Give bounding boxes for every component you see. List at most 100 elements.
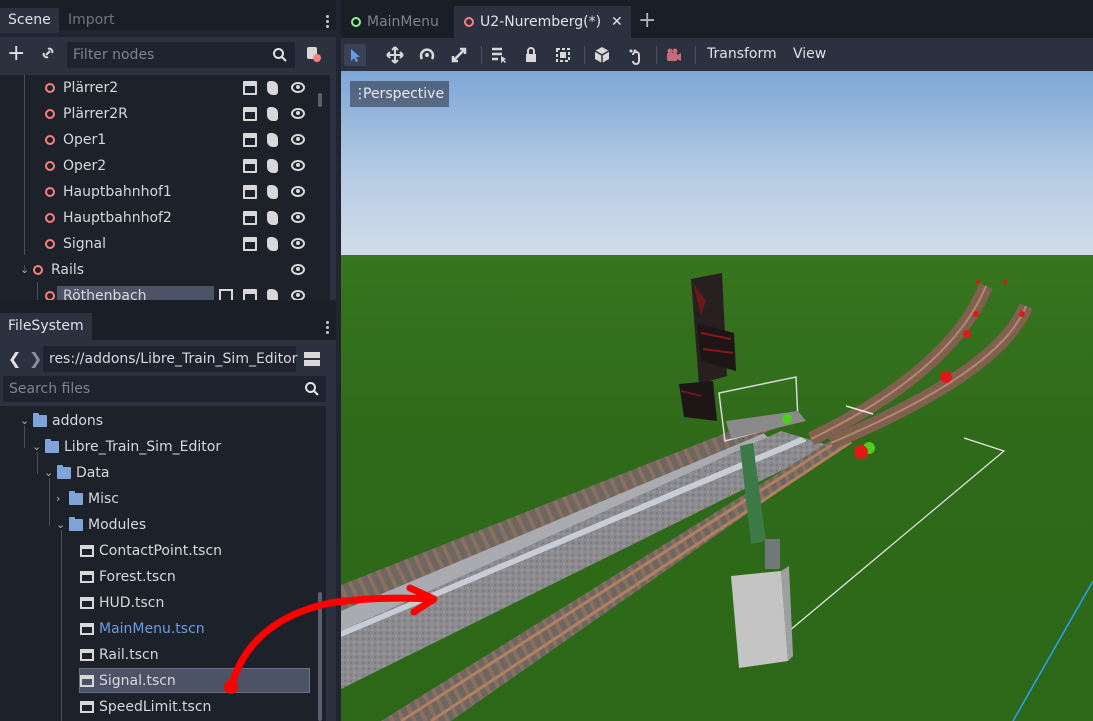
scene-tree-item[interactable]: Röthenbach: [0, 283, 330, 300]
new-tab-icon[interactable]: +: [638, 9, 656, 33]
camera-icon[interactable]: [663, 44, 685, 66]
split-view-icon[interactable]: [304, 351, 320, 367]
lock-icon[interactable]: [520, 44, 542, 66]
visibility-icon[interactable]: [291, 108, 305, 119]
open-scene-icon[interactable]: [243, 81, 257, 95]
visibility-icon[interactable]: [291, 160, 305, 171]
scene-tree-item[interactable]: Hauptbahnhof1: [0, 179, 330, 205]
filesystem-scrollbar[interactable]: [318, 592, 322, 721]
scene-node-label: Oper2: [63, 158, 107, 174]
visibility-icon[interactable]: [291, 82, 305, 93]
scene-file-icon: [80, 597, 94, 609]
folder-item[interactable]: ⌄ Modules: [0, 512, 316, 538]
script-icon[interactable]: [267, 81, 278, 95]
chevron-down-icon[interactable]: ⌄: [20, 257, 29, 283]
file-item[interactable]: MainMenu.tscn: [0, 616, 316, 642]
scale-icon[interactable]: [448, 44, 470, 66]
scene-tree-item[interactable]: Plärrer2R: [0, 101, 330, 127]
script-icon[interactable]: [267, 107, 278, 121]
open-scene-icon[interactable]: [243, 133, 257, 147]
group-icon[interactable]: [219, 289, 233, 300]
scene-tree-item[interactable]: Oper2: [0, 153, 330, 179]
move-icon[interactable]: [384, 44, 406, 66]
search-files-input[interactable]: Search files: [3, 376, 326, 402]
transform-menu[interactable]: Transform: [707, 38, 777, 71]
local-space-icon[interactable]: [591, 44, 613, 66]
chevron-right-icon[interactable]: ›: [56, 486, 60, 512]
script-icon[interactable]: [267, 237, 278, 251]
script-icon[interactable]: [267, 185, 278, 199]
file-label: Forest.tscn: [99, 569, 176, 585]
visibility-icon[interactable]: [291, 212, 305, 223]
node3d-icon: [45, 291, 55, 300]
visibility-icon[interactable]: [291, 134, 305, 145]
file-label: Data: [76, 465, 110, 481]
filesystem-dock-menu-icon[interactable]: [326, 321, 330, 336]
open-scene-icon[interactable]: [243, 185, 257, 199]
chevron-down-icon[interactable]: ⌄: [44, 460, 53, 486]
rotate-icon[interactable]: [416, 44, 438, 66]
folder-item[interactable]: ⌄ Data: [0, 460, 316, 486]
select-icon[interactable]: [344, 44, 366, 66]
script-icon[interactable]: [267, 211, 278, 225]
scene-file-icon: [80, 701, 94, 713]
file-item[interactable]: Rail.tscn: [0, 642, 316, 668]
3d-viewport[interactable]: Perspective: [341, 71, 1093, 721]
script-attach-icon[interactable]: [304, 45, 322, 63]
tab-filesystem[interactable]: FileSystem: [0, 313, 92, 340]
forward-icon[interactable]: ❯: [29, 349, 42, 368]
snap-icon[interactable]: [624, 44, 646, 66]
open-scene-icon[interactable]: [243, 107, 257, 121]
script-icon[interactable]: [267, 133, 278, 147]
file-label: Modules: [88, 517, 147, 533]
open-scene-icon[interactable]: [243, 289, 257, 300]
folder-item[interactable]: ⌄ addons: [0, 408, 316, 434]
file-item[interactable]: Signal.tscn: [0, 668, 316, 694]
open-scene-icon[interactable]: [243, 159, 257, 173]
tab-u2-nuremberg[interactable]: U2-Nuremberg(*) ✕: [454, 6, 631, 38]
scene-file-icon: [80, 649, 94, 661]
file-item[interactable]: SpeedLimit.tscn: [0, 694, 316, 720]
scene-dock-menu-icon[interactable]: [326, 15, 330, 30]
script-icon[interactable]: [267, 289, 278, 300]
perspective-menu[interactable]: Perspective: [350, 81, 450, 107]
scene-tree-item[interactable]: Signal: [0, 231, 330, 257]
add-node-icon[interactable]: +: [7, 43, 27, 65]
chevron-down-icon[interactable]: ⌄: [32, 434, 41, 460]
scene-tree-item[interactable]: Plärrer2: [0, 75, 330, 101]
group-icon[interactable]: [552, 44, 574, 66]
folder-item[interactable]: › Misc: [0, 486, 316, 512]
visibility-icon[interactable]: [291, 186, 305, 197]
scene-tree-scrollbar[interactable]: [318, 93, 322, 107]
visibility-icon[interactable]: [291, 264, 305, 275]
visibility-icon[interactable]: [291, 238, 305, 249]
scene-tree-item[interactable]: Hauptbahnhof2: [0, 205, 330, 231]
scene-node-label: Plärrer2: [63, 80, 119, 96]
open-scene-icon[interactable]: [243, 237, 257, 251]
instance-scene-icon[interactable]: [40, 45, 56, 61]
filter-nodes-input[interactable]: Filter nodes: [67, 42, 295, 68]
file-item[interactable]: HUD.tscn: [0, 590, 316, 616]
open-scene-icon[interactable]: [243, 211, 257, 225]
tab-scene[interactable]: Scene: [0, 8, 59, 33]
scene-file-icon: [80, 675, 94, 687]
visibility-icon[interactable]: [291, 290, 305, 300]
close-tab-icon[interactable]: ✕: [611, 6, 623, 38]
file-item[interactable]: Forest.tscn: [0, 564, 316, 590]
chevron-down-icon[interactable]: ⌄: [20, 408, 29, 434]
path-field[interactable]: res://addons/Libre_Train_Sim_Editor: [43, 346, 297, 372]
list-select-icon[interactable]: [488, 44, 510, 66]
file-label: Rail.tscn: [99, 647, 159, 663]
scene-tree-item[interactable]: ⌄ Rails: [0, 257, 330, 283]
tab-import[interactable]: Import: [60, 8, 122, 33]
view-menu[interactable]: View: [793, 38, 826, 71]
scene-node-label: Oper1: [63, 132, 107, 148]
scene-tree-item[interactable]: Oper1: [0, 127, 330, 153]
back-icon[interactable]: ❮: [8, 349, 21, 368]
chevron-down-icon[interactable]: ⌄: [56, 512, 65, 538]
folder-item[interactable]: ⌄ Libre_Train_Sim_Editor: [0, 434, 316, 460]
file-item[interactable]: ContactPoint.tscn: [0, 538, 316, 564]
tab-mainmenu[interactable]: MainMenu: [341, 6, 449, 38]
left-dock: Scene Import + Filter nodes Plärrer2 Plär…: [0, 0, 336, 721]
script-icon[interactable]: [267, 159, 278, 173]
